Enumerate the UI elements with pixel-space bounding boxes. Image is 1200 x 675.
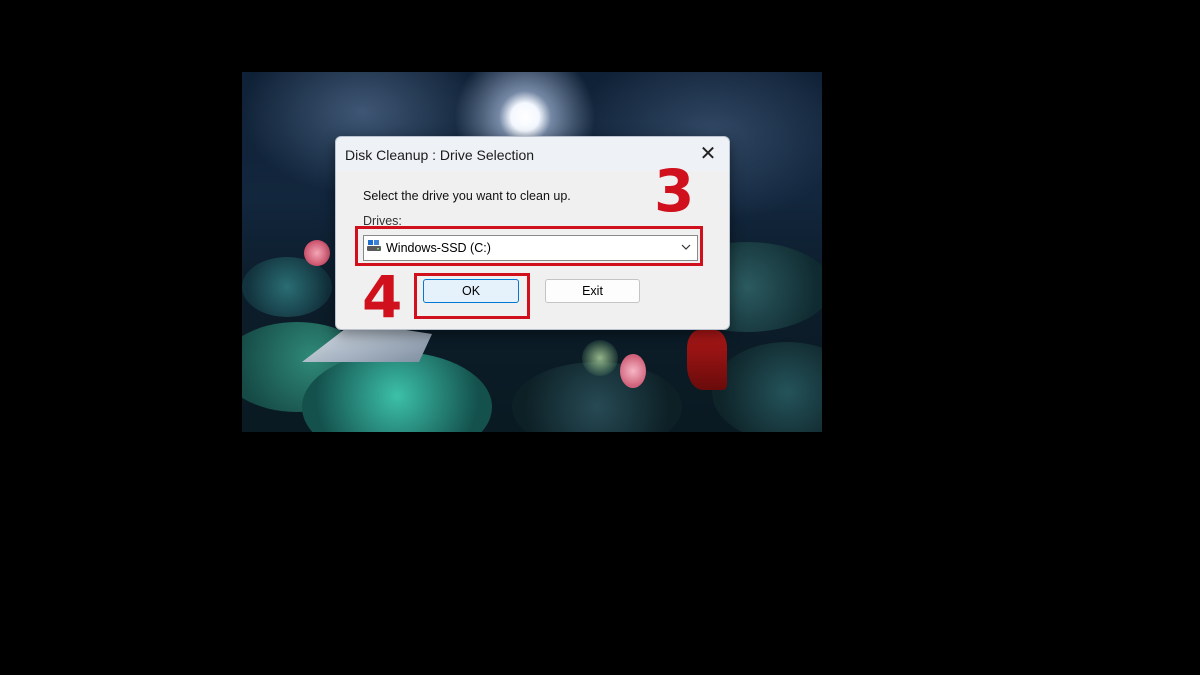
lotus-flower	[304, 240, 330, 266]
bokeh-light	[582, 340, 618, 376]
close-button[interactable]: ✕	[693, 141, 723, 167]
red-robe	[687, 330, 727, 390]
annotation-step-3: 3	[654, 157, 695, 225]
lotus-leaf	[242, 257, 332, 317]
exit-button[interactable]: Exit	[545, 279, 640, 303]
dialog-title: Disk Cleanup : Drive Selection	[345, 147, 535, 163]
annotation-step-4: 4	[362, 263, 403, 331]
close-icon: ✕	[699, 143, 717, 165]
annotation-box-drive-select	[355, 226, 703, 266]
lotus-leaf	[712, 342, 822, 432]
instruction-text: Select the drive you want to clean up.	[363, 189, 571, 203]
annotation-box-ok-button	[414, 273, 530, 319]
lotus-flower	[620, 354, 646, 388]
